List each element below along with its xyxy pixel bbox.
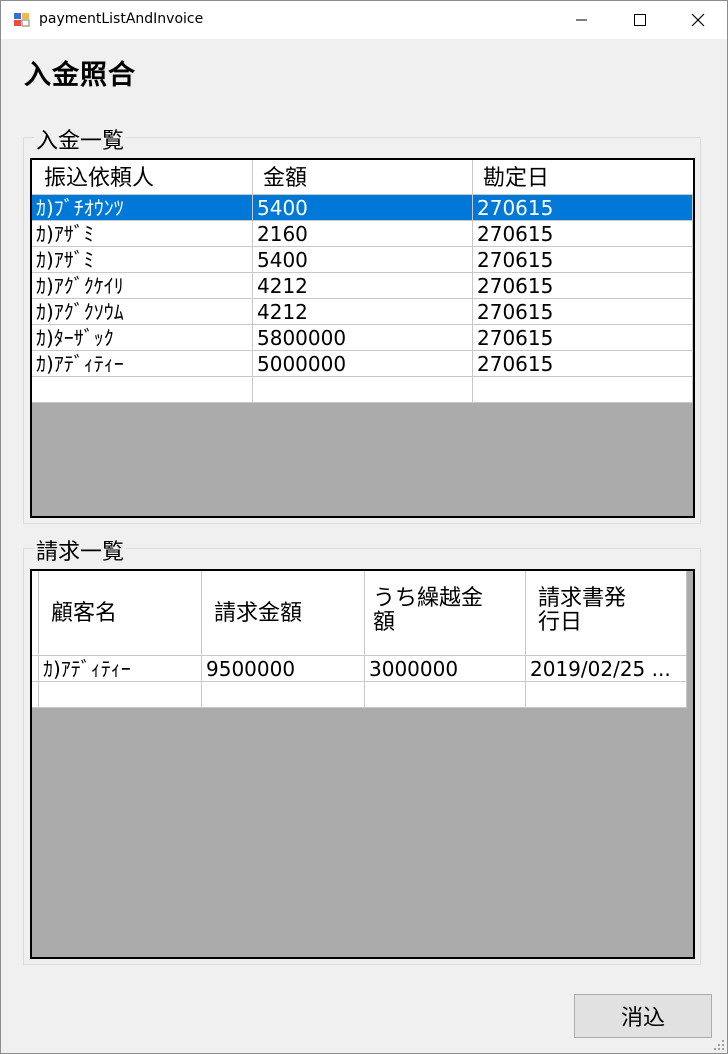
- amount-cell: 5400: [253, 195, 473, 221]
- minimize-icon: [576, 19, 587, 21]
- payments-grid[interactable]: 振込依頼人 金額 勘定日 ｶ)ﾌﾞﾁｵｳﾝﾂ 5400 270615 ｶ)ｱｻﾞ…: [30, 158, 695, 518]
- invoices-header-customer[interactable]: 顧客名: [39, 571, 202, 656]
- table-row[interactable]: ｶ)ｱｻﾞﾐ 5400 270615: [32, 247, 693, 273]
- new-row[interactable]: [32, 682, 693, 708]
- date-cell: 270615: [473, 299, 693, 325]
- payer-cell: ｶ)ﾌﾞﾁｵｳﾝﾂ: [32, 195, 253, 221]
- date-cell: 270615: [473, 273, 693, 299]
- carryover-cell: [365, 682, 526, 708]
- payer-cell: ｶ)ｱｸﾞｸｹｲﾘ: [32, 273, 253, 299]
- amount-cell: 5000000: [253, 351, 473, 377]
- row-header-cell: [32, 656, 39, 682]
- table-row[interactable]: ｶ)ｱﾃﾞｨﾃｨｰ 5000000 270615: [32, 351, 693, 377]
- date-cell: 270615: [473, 325, 693, 351]
- customer-cell: [39, 682, 202, 708]
- payer-cell: ｶ)ｱｸﾞｸｿｳﾑ: [32, 299, 253, 325]
- amount-cell: 2160: [253, 221, 473, 247]
- payments-header-payer[interactable]: 振込依頼人: [32, 160, 253, 195]
- date-cell: 270615: [473, 221, 693, 247]
- issue-date-header-line2: 行日: [538, 610, 583, 635]
- invoices-header-carryover[interactable]: うち繰越金 額: [365, 571, 526, 656]
- payer-cell: ｶ)ｱｻﾞﾐ: [32, 247, 253, 273]
- row-header-cell: [32, 682, 39, 708]
- carryover-header-line1: うち繰越金: [373, 586, 484, 611]
- resize-grip-icon[interactable]: [713, 1039, 725, 1051]
- payer-cell: ｶ)ﾀｰｻﾞｯｸ: [32, 325, 253, 351]
- app-window: paymentListAndInvoice 入金照合 入金一覧 振込依頼人 金額…: [0, 0, 728, 1054]
- invoices-row-header-cell: [32, 571, 39, 656]
- invoice-amount-cell: 9500000: [202, 656, 365, 682]
- payments-header-date[interactable]: 勘定日: [473, 160, 693, 195]
- payments-group-legend: 入金一覧: [34, 123, 127, 155]
- invoices-header-amount[interactable]: 請求金額: [202, 571, 365, 656]
- amount-cell: [253, 377, 473, 403]
- carryover-cell: 3000000: [365, 656, 526, 682]
- amount-cell: 5800000: [253, 325, 473, 351]
- maximize-button[interactable]: [611, 1, 669, 39]
- new-row[interactable]: [32, 377, 693, 403]
- invoices-header-row: 顧客名 請求金額 うち繰越金 額 請求書発 行日: [32, 571, 693, 656]
- payments-header-amount[interactable]: 金額: [253, 160, 473, 195]
- issue-date-cell: 2019/02/25 ...: [526, 656, 687, 682]
- amount-cell: 5400: [253, 247, 473, 273]
- date-cell: [473, 377, 693, 403]
- app-icon: [14, 13, 30, 27]
- amount-cell: 4212: [253, 299, 473, 325]
- table-row[interactable]: ｶ)ｱｻﾞﾐ 2160 270615: [32, 221, 693, 247]
- carryover-header-line2: 額: [373, 610, 396, 635]
- apply-button[interactable]: 消込: [574, 994, 712, 1038]
- payer-cell: ｶ)ｱﾃﾞｨﾃｨｰ: [32, 351, 253, 377]
- table-row[interactable]: ｶ)ｱﾃﾞｨﾃｨｰ 9500000 3000000 2019/02/25 ...: [32, 656, 693, 682]
- payer-cell: [32, 377, 253, 403]
- invoices-group-legend: 請求一覧: [34, 534, 127, 566]
- close-button[interactable]: [669, 1, 727, 39]
- title-bar: paymentListAndInvoice: [1, 1, 727, 39]
- date-cell: 270615: [473, 351, 693, 377]
- page-title: 入金照合: [24, 60, 136, 91]
- minimize-button[interactable]: [553, 1, 611, 39]
- maximize-icon: [634, 14, 646, 26]
- invoices-grid[interactable]: 顧客名 請求金額 うち繰越金 額 請求書発 行日 ｶ)ｱﾃﾞｨﾃｨｰ 95000…: [30, 569, 695, 959]
- table-row[interactable]: ｶ)ｱｸﾞｸｿｳﾑ 4212 270615: [32, 299, 693, 325]
- invoices-header-issue-date[interactable]: 請求書発 行日: [526, 571, 687, 656]
- payments-header-row: 振込依頼人 金額 勘定日: [32, 160, 693, 195]
- window-title: paymentListAndInvoice: [39, 11, 204, 27]
- table-row[interactable]: ｶ)ﾀｰｻﾞｯｸ 5800000 270615: [32, 325, 693, 351]
- issue-date-header-line1: 請求書発: [538, 586, 627, 611]
- customer-cell: ｶ)ｱﾃﾞｨﾃｨｰ: [39, 656, 202, 682]
- table-row[interactable]: ｶ)ｱｸﾞｸｹｲﾘ 4212 270615: [32, 273, 693, 299]
- close-icon: [691, 13, 705, 27]
- payer-cell: ｶ)ｱｻﾞﾐ: [32, 221, 253, 247]
- amount-cell: 4212: [253, 273, 473, 299]
- issue-date-cell: [526, 682, 687, 708]
- invoice-amount-cell: [202, 682, 365, 708]
- date-cell: 270615: [473, 195, 693, 221]
- date-cell: 270615: [473, 247, 693, 273]
- table-row[interactable]: ｶ)ﾌﾞﾁｵｳﾝﾂ 5400 270615: [32, 195, 693, 221]
